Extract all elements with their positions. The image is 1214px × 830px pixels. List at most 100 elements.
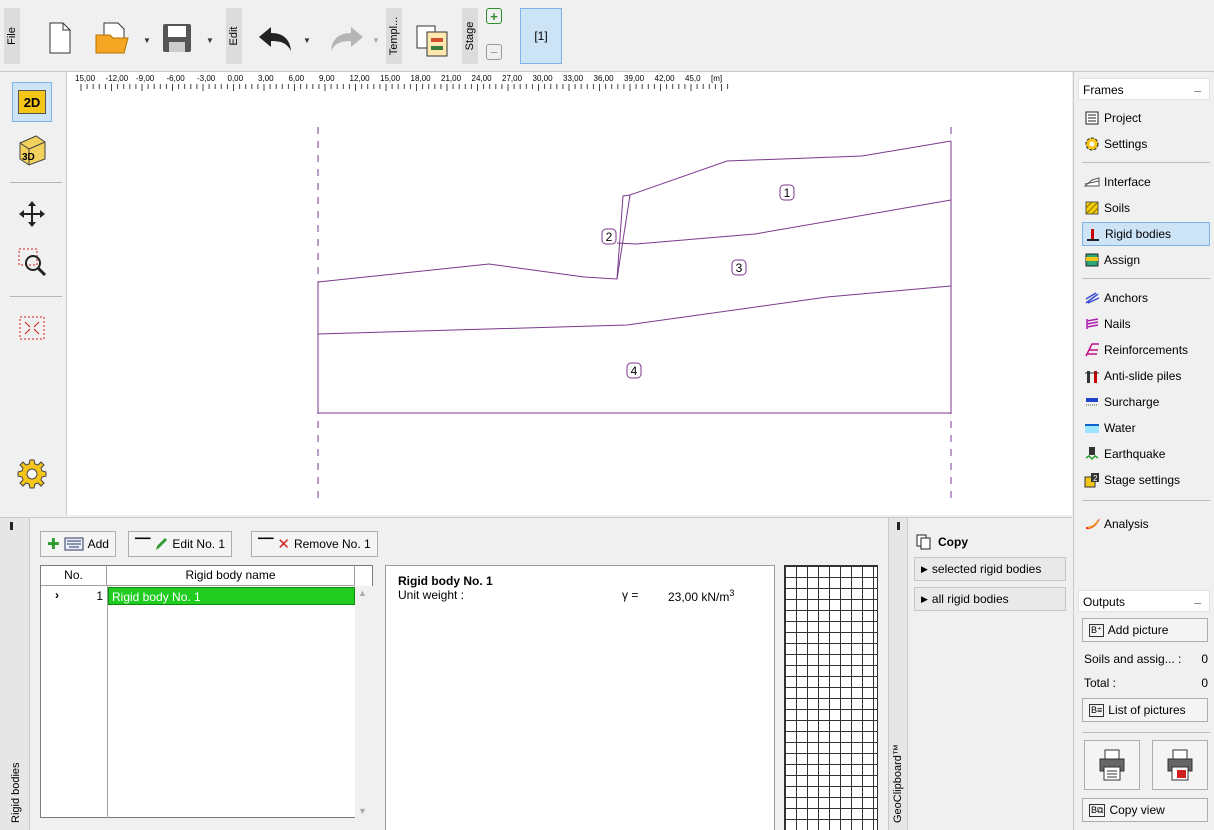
geometry-drawing[interactable]: 1 2 3 4	[67, 72, 1073, 515]
drawing-canvas[interactable]: 1 2 3 4 15,00 -12,00 -9,00 -6,00 -3,00 0,00 3,…	[66, 72, 1072, 515]
frame-water[interactable]: Water	[1082, 416, 1210, 440]
gamma-symbol: γ =	[622, 588, 639, 602]
total-count: 0	[1201, 676, 1208, 690]
ruler-tick-label: 39,00	[624, 74, 645, 83]
save-button[interactable]	[158, 18, 196, 58]
analysis-icon	[1084, 516, 1100, 532]
ruler-tick-label: 3,00	[258, 74, 274, 83]
ruler-tick-label: 15,00	[380, 74, 401, 83]
printer-pdf-icon	[1167, 749, 1193, 781]
view-2d-button[interactable]: 2D	[12, 82, 52, 122]
add-stage-button[interactable]: +	[486, 8, 502, 24]
stage-1-tab[interactable]: [1]	[520, 8, 562, 64]
frames-minimize-button[interactable]: _	[1194, 75, 1201, 97]
copy-view-label: Copy view	[1109, 803, 1165, 817]
save-dropdown-icon[interactable]: ▼	[206, 36, 214, 45]
open-dropdown-icon[interactable]: ▼	[143, 36, 151, 45]
anchor-icon	[1084, 290, 1100, 306]
stage-menu-tab[interactable]: Stage	[462, 8, 478, 64]
frame-rigid-bodies[interactable]: Rigid bodies	[1082, 222, 1210, 246]
open-file-button[interactable]	[92, 18, 134, 58]
new-document-icon	[49, 22, 71, 54]
scroll-up-icon[interactable]: ▲	[358, 588, 367, 598]
remove-button[interactable]: ▔▔ ✕ Remove No. 1	[251, 531, 378, 557]
frame-analysis[interactable]: Analysis	[1082, 512, 1210, 536]
interface-1	[616, 199, 952, 245]
stage-1-label: [1]	[534, 29, 548, 43]
pin-icon[interactable]	[10, 522, 13, 530]
frame-surcharge[interactable]: Surcharge	[1082, 390, 1210, 414]
cube-3d-icon: 3D	[19, 135, 46, 166]
print-export-button[interactable]	[1152, 740, 1208, 790]
play-arrow-icon: ▶	[921, 563, 928, 574]
view-3d-button[interactable]: 3D	[12, 130, 52, 170]
horizontal-ruler: 15,00 -12,00 -9,00 -6,00 -3,00 0,00 3,00 6,00 9,…	[67, 74, 1073, 88]
copy-title: Copy	[938, 535, 968, 549]
list-of-pictures-button[interactable]: B≡ List of pictures	[1082, 698, 1208, 722]
settings-button[interactable]	[12, 454, 52, 494]
rigid-body-info: Rigid body No. 1 Unit weight : γ = 23,00…	[385, 565, 775, 830]
edit-button[interactable]: ▔▔ Edit No. 1	[128, 531, 233, 557]
frame-nails[interactable]: Nails	[1082, 312, 1210, 336]
table-row[interactable]: › 1 Rigid body No. 1	[41, 586, 355, 606]
table-scrollbar[interactable]: ▲ ▼	[355, 586, 373, 818]
add-picture-button[interactable]: B⁺ Add picture	[1082, 618, 1208, 642]
ruler-tick-label: 27,00	[502, 74, 523, 83]
file-menu-tab[interactable]: File	[4, 8, 20, 64]
zoom-extents-button[interactable]	[12, 308, 52, 348]
print-button[interactable]	[1084, 740, 1140, 790]
copy-all-button[interactable]: ▶ all rigid bodies	[914, 587, 1066, 611]
rigid-bodies-table[interactable]: No. Rigid body name › 1 Rigid body No. 1…	[40, 565, 373, 818]
keyboard-icon	[64, 537, 84, 551]
svg-text:3: 3	[736, 261, 743, 275]
frame-stage-settings[interactable]: 2 Stage settings	[1082, 468, 1210, 492]
geoclipboard-side-tab[interactable]: GeoClipboard™	[888, 518, 908, 830]
zoom-window-button[interactable]	[12, 242, 52, 282]
templates-menu-tab[interactable]: Templ...	[386, 8, 402, 64]
region-labels: 1 2 3 4	[601, 184, 795, 379]
column-header-name[interactable]: Rigid body name	[107, 566, 355, 586]
add-button[interactable]: ✚ Add	[40, 531, 116, 557]
frame-label: Settings	[1104, 137, 1148, 151]
ruler-tick-label: 12,00	[349, 74, 370, 83]
pan-button[interactable]	[12, 194, 52, 234]
frame-assign[interactable]: Assign	[1082, 248, 1210, 272]
frame-interface[interactable]: Interface	[1082, 170, 1210, 194]
copy-selected-button[interactable]: ▶ selected rigid bodies	[914, 557, 1066, 581]
redo-button[interactable]	[326, 20, 368, 56]
toolbar-separator	[10, 182, 62, 183]
frame-anchors[interactable]: Anchors	[1082, 286, 1210, 310]
redo-dropdown-icon[interactable]: ▼	[372, 36, 380, 45]
column-header-no[interactable]: No.	[41, 566, 107, 586]
floppy-disk-icon	[163, 24, 191, 52]
frame-reinforcements[interactable]: Reinforcements	[1082, 338, 1210, 362]
outputs-minimize-button[interactable]: _	[1194, 587, 1201, 609]
side-tab-label: Rigid bodies	[10, 762, 22, 823]
cell-name[interactable]: Rigid body No. 1	[108, 587, 355, 605]
dash-icon: ▔▔	[135, 538, 151, 550]
stage-menu-label: Stage	[464, 21, 476, 51]
scroll-down-icon[interactable]: ▼	[358, 806, 367, 816]
remove-stage-button[interactable]: −	[486, 44, 502, 60]
pin-icon[interactable]	[897, 522, 900, 530]
undo-dropdown-icon[interactable]: ▼	[303, 36, 311, 45]
frame-anti-slide-piles[interactable]: Anti-slide piles	[1082, 364, 1210, 388]
frame-settings[interactable]: Settings	[1082, 132, 1210, 156]
frame-earthquake[interactable]: Earthquake	[1082, 442, 1210, 466]
edit-menu-tab[interactable]: Edit	[226, 8, 242, 64]
new-file-button[interactable]	[44, 18, 76, 58]
frame-project[interactable]: Project	[1082, 106, 1210, 130]
info-title: Rigid body No. 1	[398, 574, 493, 588]
frame-soils[interactable]: Soils	[1082, 196, 1210, 220]
templates-button[interactable]	[412, 20, 454, 60]
copy-view-icon: B⧉	[1089, 803, 1106, 817]
undo-button[interactable]	[254, 20, 296, 56]
copy-view-button[interactable]: B⧉ Copy view	[1082, 798, 1208, 822]
add-plus-icon: ✚	[47, 536, 60, 553]
region-label-3: 3	[731, 259, 747, 276]
rigid-body-icon	[1085, 226, 1101, 242]
outputs-title: Outputs	[1083, 595, 1126, 609]
rigid-bodies-side-tab[interactable]: Rigid bodies	[0, 518, 30, 830]
ruler-tick-label: 9,00	[319, 74, 335, 83]
region-label-1: 1	[779, 184, 795, 201]
